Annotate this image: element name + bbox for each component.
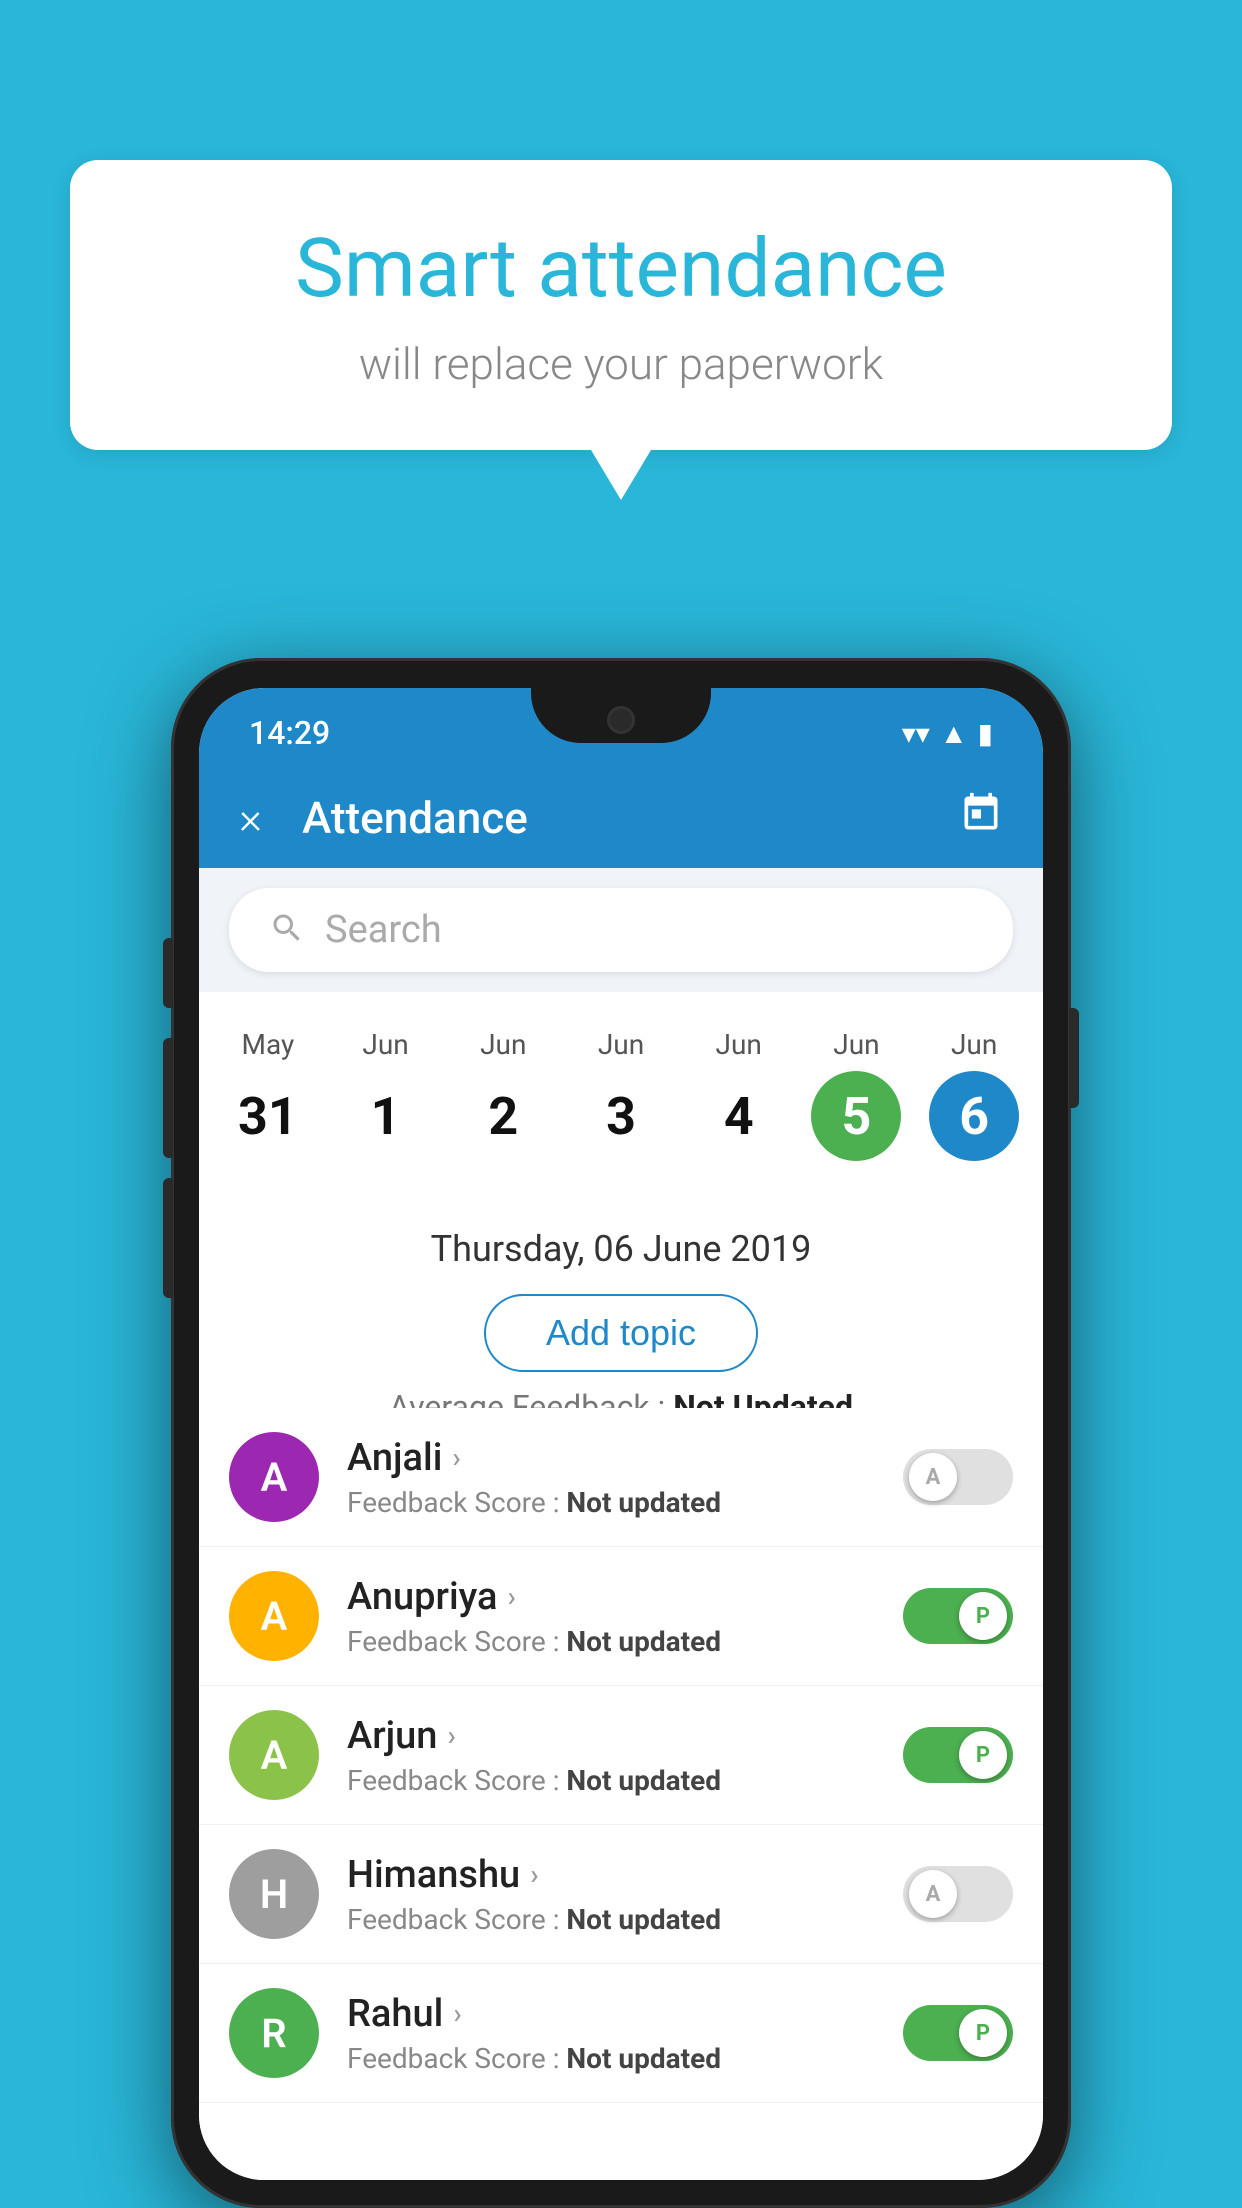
search-container: Search	[199, 868, 1043, 992]
student-info: Anjali › Feedback Score : Not updated	[347, 1436, 875, 1519]
student-row[interactable]: A Anjali › Feedback Score : Not updated A	[199, 1408, 1043, 1547]
date-number[interactable]: 2	[458, 1071, 548, 1161]
date-month-label: Jun	[951, 1028, 997, 1061]
wifi-icon: ▾▾	[902, 717, 930, 750]
avatar: A	[229, 1710, 319, 1800]
date-column[interactable]: Jun 5	[798, 1028, 916, 1161]
student-name: Arjun ›	[347, 1714, 875, 1758]
chevron-icon: ›	[447, 1719, 455, 1752]
toggle-knob: A	[909, 1453, 957, 1501]
toggle-knob: P	[959, 2009, 1007, 2057]
attendance-toggle[interactable]: A	[903, 1866, 1013, 1922]
attendance-toggle[interactable]: P	[903, 1588, 1013, 1644]
date-month-label: May	[242, 1028, 295, 1061]
calendar-row: May 31 Jun 1 Jun 2 Jun 3 Jun 4 Jun 5 Jun 6	[199, 1008, 1043, 1181]
search-input[interactable]: Search	[325, 908, 442, 952]
date-number[interactable]: 5	[811, 1071, 901, 1161]
search-icon	[269, 910, 305, 950]
silent-button	[163, 938, 173, 1008]
student-info: Rahul › Feedback Score : Not updated	[347, 1992, 875, 2075]
attendance-toggle[interactable]: A	[903, 1449, 1013, 1505]
date-column[interactable]: Jun 6	[915, 1028, 1033, 1161]
students-list: AAnjali ›Feedback Score : Not updatedAAA…	[199, 1408, 1043, 2180]
attendance-toggle[interactable]: P	[903, 1727, 1013, 1783]
speech-bubble-tail	[591, 450, 651, 500]
student-info: Anupriya › Feedback Score : Not updated	[347, 1575, 875, 1658]
date-month-label: Jun	[833, 1028, 879, 1061]
add-topic-button[interactable]: Add topic	[484, 1294, 758, 1372]
calendar-icon[interactable]	[959, 791, 1003, 845]
date-number[interactable]: 6	[929, 1071, 1019, 1161]
feedback-score: Feedback Score : Not updated	[347, 2042, 875, 2075]
student-row[interactable]: H Himanshu › Feedback Score : Not updated A	[199, 1825, 1043, 1964]
phone-notch	[531, 688, 711, 743]
student-row[interactable]: A Anupriya › Feedback Score : Not updated P	[199, 1547, 1043, 1686]
date-number[interactable]: 31	[223, 1071, 313, 1161]
feedback-value: Not updated	[566, 1625, 721, 1658]
date-column[interactable]: May 31	[209, 1028, 327, 1161]
speech-bubble-container: Smart attendance will replace your paper…	[70, 160, 1172, 500]
student-name: Rahul ›	[347, 1992, 875, 2036]
feedback-value: Not updated	[566, 1903, 721, 1936]
avatar: R	[229, 1988, 319, 2078]
close-button[interactable]: ×	[239, 792, 262, 844]
student-info: Arjun › Feedback Score : Not updated	[347, 1714, 875, 1797]
volume-up-button	[163, 1038, 173, 1158]
student-name: Anupriya ›	[347, 1575, 875, 1619]
chevron-icon: ›	[507, 1580, 515, 1613]
toggle-knob: A	[909, 1870, 957, 1918]
avatar: A	[229, 1571, 319, 1661]
volume-down-button	[163, 1178, 173, 1298]
date-month-label: Jun	[362, 1028, 408, 1061]
feedback-score: Feedback Score : Not updated	[347, 1486, 875, 1519]
date-month-label: Jun	[598, 1028, 644, 1061]
header-title: Attendance	[302, 792, 959, 844]
date-month-label: Jun	[716, 1028, 762, 1061]
status-time: 14:29	[249, 704, 330, 752]
bubble-subtitle: will replace your paperwork	[150, 338, 1092, 390]
date-column[interactable]: Jun 4	[680, 1028, 798, 1161]
signal-icon: ▲	[940, 717, 968, 750]
status-icons: ▾▾ ▲ ▮	[902, 707, 993, 750]
date-column[interactable]: Jun 2	[444, 1028, 562, 1161]
toggle-knob: P	[959, 1731, 1007, 1779]
attendance-toggle[interactable]: P	[903, 2005, 1013, 2061]
student-name: Anjali ›	[347, 1436, 875, 1480]
chevron-icon: ›	[453, 1997, 461, 2030]
feedback-value: Not updated	[566, 1764, 721, 1797]
phone-screen: 14:29 ▾▾ ▲ ▮ × Attendance	[199, 688, 1043, 2180]
battery-icon: ▮	[978, 717, 993, 750]
student-info: Himanshu › Feedback Score : Not updated	[347, 1853, 875, 1936]
feedback-value: Not updated	[566, 2042, 721, 2075]
student-row[interactable]: A Arjun › Feedback Score : Not updated P	[199, 1686, 1043, 1825]
date-number[interactable]: 3	[576, 1071, 666, 1161]
student-row[interactable]: R Rahul › Feedback Score : Not updated P	[199, 1964, 1043, 2103]
power-button	[1069, 1008, 1079, 1108]
app-header: × Attendance	[199, 768, 1043, 868]
avatar: A	[229, 1432, 319, 1522]
feedback-score: Feedback Score : Not updated	[347, 1764, 875, 1797]
date-month-label: Jun	[480, 1028, 526, 1061]
chevron-icon: ›	[452, 1441, 460, 1474]
front-camera	[607, 706, 635, 734]
student-name: Himanshu ›	[347, 1853, 875, 1897]
feedback-score: Feedback Score : Not updated	[347, 1903, 875, 1936]
bubble-title: Smart attendance	[150, 220, 1092, 318]
speech-bubble: Smart attendance will replace your paper…	[70, 160, 1172, 450]
feedback-score: Feedback Score : Not updated	[347, 1625, 875, 1658]
date-column[interactable]: Jun 1	[327, 1028, 445, 1161]
feedback-value: Not updated	[566, 1486, 721, 1519]
toggle-knob: P	[959, 1592, 1007, 1640]
phone-mockup: 14:29 ▾▾ ▲ ▮ × Attendance	[171, 658, 1071, 2208]
date-number[interactable]: 1	[341, 1071, 431, 1161]
date-column[interactable]: Jun 3	[562, 1028, 680, 1161]
search-bar[interactable]: Search	[229, 888, 1013, 972]
chevron-icon: ›	[530, 1858, 538, 1891]
date-number[interactable]: 4	[694, 1071, 784, 1161]
avatar: H	[229, 1849, 319, 1939]
selected-date-label: Thursday, 06 June 2019	[431, 1228, 812, 1270]
